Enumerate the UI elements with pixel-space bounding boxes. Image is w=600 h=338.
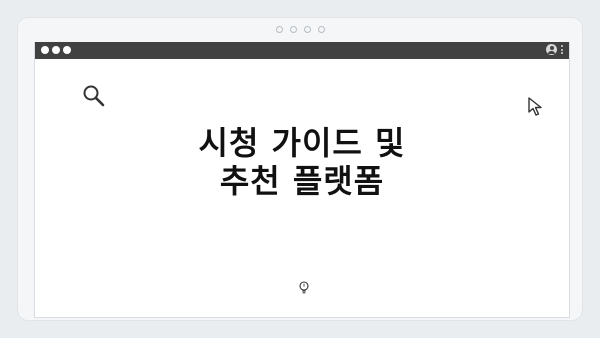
pagination-dot — [317, 26, 325, 33]
lightbulb-icon — [298, 280, 310, 299]
window-titlebar — [35, 42, 569, 59]
close-dot-icon[interactable] — [41, 46, 49, 54]
top-pagination-dots — [18, 26, 582, 33]
pagination-dot — [303, 26, 311, 33]
search-icon — [82, 84, 106, 112]
kebab-dot — [561, 48, 563, 51]
slide-title-line-2: 추천 플랫폼 — [219, 162, 385, 200]
titlebar-actions — [546, 44, 563, 55]
window-controls — [41, 46, 71, 54]
slide-title: 시청 가이드 및 추천 플랫폼 — [35, 124, 569, 200]
slide-title-line-1: 시청 가이드 및 — [198, 124, 406, 162]
pagination-dot — [275, 26, 283, 33]
kebab-menu-icon[interactable] — [561, 45, 563, 54]
minimize-dot-icon[interactable] — [52, 46, 60, 54]
kebab-dot — [561, 52, 563, 54]
cursor-icon — [527, 96, 547, 122]
user-icon[interactable] — [546, 44, 557, 55]
kebab-dot — [561, 45, 563, 47]
maximize-dot-icon[interactable] — [63, 46, 71, 54]
browser-window: 시청 가이드 및 추천 플랫폼 — [34, 42, 570, 318]
pagination-dot — [289, 26, 297, 33]
canvas: 시청 가이드 및 추천 플랫폼 — [0, 0, 600, 338]
